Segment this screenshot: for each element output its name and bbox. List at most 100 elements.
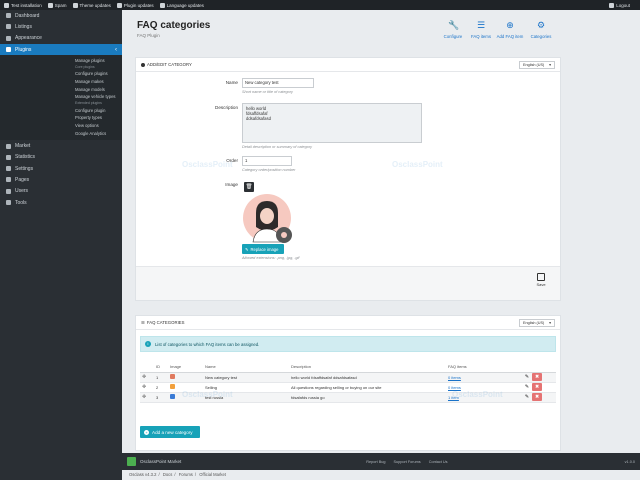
- sidebar-item-appearance[interactable]: Appearance: [0, 33, 122, 44]
- faq-categories-card: ☰ FAQ CATEGORIES English (US) ▾ i List of …: [135, 315, 561, 451]
- drag-handle-icon[interactable]: ✥: [142, 394, 146, 400]
- sidebar-item-dashboard[interactable]: Dashboard: [0, 10, 122, 21]
- order-input[interactable]: 1: [242, 156, 292, 166]
- chevron-down-icon: ▾: [549, 63, 551, 67]
- sidebar-item-plugins[interactable]: Plugins: [0, 43, 122, 56]
- row-id: 3: [154, 392, 168, 403]
- submenu-manage-plugins[interactable]: Manage plugins: [0, 57, 122, 65]
- official-market-link[interactable]: Official Market: [199, 472, 226, 477]
- top-bar: Test installation Spam Theme updates Plu…: [0, 0, 640, 10]
- drag-handle-icon[interactable]: ✥: [142, 374, 146, 380]
- edit-button[interactable]: ✎: [523, 383, 531, 391]
- pencil-icon: ✎: [524, 394, 530, 400]
- sidebar-item-users[interactable]: Users: [0, 186, 122, 197]
- delete-button[interactable]: ✖: [532, 373, 543, 381]
- spam-icon: [47, 2, 53, 8]
- description-textarea[interactable]: hello world fdsaffdsafaf ddsafdsafasd: [242, 103, 422, 143]
- list-language-select[interactable]: English (US) ▾: [519, 318, 555, 327]
- plus-circle-icon: ⊕: [506, 20, 514, 30]
- report-bug-link[interactable]: Report Bug: [366, 460, 385, 464]
- configure-button[interactable]: 🔧 Configure: [439, 20, 467, 39]
- row-items-link[interactable]: 0 items: [448, 385, 461, 390]
- pencil-icon: ✎: [524, 384, 530, 390]
- sidebar: Dashboard Listings Appearance Plugins Ma…: [0, 10, 122, 480]
- settings-icon: [6, 166, 11, 172]
- submenu-property-types[interactable]: Property types: [0, 114, 122, 122]
- description-label: Description: [215, 105, 238, 110]
- delete-button[interactable]: ✖: [532, 393, 543, 401]
- topbar-item-theme-updates[interactable]: Theme updates: [72, 2, 111, 8]
- topbar-item-spam[interactable]: Spam: [47, 2, 67, 8]
- watermark: OsclassPoint: [182, 390, 233, 399]
- edit-button[interactable]: ✎: [523, 393, 531, 401]
- row-description: fdsafafds russia go: [289, 392, 446, 403]
- categories-button[interactable]: ⚙ Categories: [527, 20, 555, 39]
- add-category-button[interactable]: + Add a new category: [140, 426, 200, 438]
- plugins-submenu: Manage plugins Core plugins Configure pl…: [0, 55, 122, 141]
- submenu-manage-makes[interactable]: Manage makes: [0, 78, 122, 86]
- column-description: Description: [289, 362, 446, 373]
- trash-icon: 🗑: [245, 184, 253, 190]
- categories-icon: ⚙: [536, 20, 546, 30]
- column-name: Name: [203, 362, 289, 373]
- category-thumbnail: [170, 394, 175, 399]
- plugins-icon: [6, 47, 11, 53]
- submenu-configure-plugin[interactable]: Configure plugin: [0, 107, 122, 115]
- edit-button[interactable]: ✎: [523, 373, 531, 381]
- column-id: ID: [154, 362, 168, 373]
- delete-image-button[interactable]: 🗑: [244, 182, 254, 192]
- sidebar-item-market[interactable]: Market: [0, 140, 122, 151]
- save-button[interactable]: Save: [534, 273, 548, 287]
- submenu-google-analytics[interactable]: Google Analytics: [0, 130, 122, 138]
- name-input[interactable]: New category test: [242, 78, 314, 88]
- replace-image-button[interactable]: ✎ Replace image: [242, 244, 284, 254]
- name-help: Short name or title of category: [242, 90, 293, 94]
- table-header-row: ID Image Name Description FAQ items: [140, 362, 556, 373]
- sidebar-item-listings[interactable]: Listings: [0, 21, 122, 32]
- page-subtitle: FAQ Plugin: [137, 33, 160, 38]
- order-help: Category order/position number: [242, 168, 296, 172]
- support-forums-link[interactable]: Support Forums: [393, 460, 420, 464]
- sidebar-item-settings[interactable]: Settings: [0, 163, 122, 174]
- topbar-item-plugin-updates[interactable]: Plugin updates: [116, 2, 154, 8]
- footer-brand[interactable]: OsclassPoint Market: [140, 459, 181, 464]
- users-icon: [6, 188, 11, 194]
- docs-link[interactable]: Docs: [163, 472, 173, 477]
- tools-icon: [6, 200, 11, 205]
- main-content: FAQ categories FAQ Plugin 🔧 Configure ☰ FA…: [122, 10, 640, 480]
- submenu-manage-vehicle-types[interactable]: Manage vehicle types: [0, 93, 122, 101]
- language-icon: [159, 2, 165, 8]
- contact-us-link[interactable]: Contact Us: [429, 460, 448, 464]
- plugin-icon: [116, 2, 122, 8]
- column-faq-items: FAQ items: [446, 362, 521, 373]
- image-help: Allowed extensions: .png, .jpg, .gif: [242, 256, 300, 260]
- topbar-item-language-updates[interactable]: Language updates: [159, 2, 204, 8]
- gear-icon: [276, 227, 292, 243]
- faq-items-button[interactable]: ☰ FAQ items: [467, 20, 495, 39]
- logout-link[interactable]: Logout: [609, 2, 630, 8]
- topbar-item-home[interactable]: Test installation: [4, 2, 42, 8]
- submenu-configure-plugins[interactable]: Configure plugins: [0, 70, 122, 78]
- row-description: hello world fdsaffdsafaf ddsafdsafasd: [289, 372, 446, 383]
- submenu-manage-models[interactable]: Manage models: [0, 86, 122, 94]
- osclass-version-link[interactable]: Osclass v4.3.2: [129, 472, 156, 477]
- trash-icon: ✖: [535, 394, 540, 400]
- list-card-header: ☰ FAQ CATEGORIES English (US) ▾: [136, 316, 560, 330]
- row-items-link[interactable]: 0 items: [448, 375, 461, 380]
- description-help: Detail description or summary of categor…: [242, 145, 313, 149]
- sidebar-item-tools[interactable]: Tools: [0, 197, 122, 208]
- sidebar-item-statistics[interactable]: Statistics: [0, 152, 122, 163]
- listings-icon: [6, 24, 11, 30]
- sidebar-item-pages[interactable]: Pages: [0, 174, 122, 185]
- forums-link[interactable]: Forums: [179, 472, 193, 477]
- edit-card-header: ADD/EDIT CATEGORY English (US) ▾: [136, 58, 560, 72]
- add-faq-item-button[interactable]: ⊕ Add FAQ item: [496, 20, 524, 39]
- shield-icon: [127, 457, 136, 466]
- avatar-face: [260, 208, 274, 224]
- delete-button[interactable]: ✖: [532, 383, 543, 391]
- statistics-icon: [6, 154, 11, 160]
- submenu-view-options[interactable]: View options: [0, 122, 122, 130]
- pages-icon: [6, 177, 11, 183]
- drag-handle-icon[interactable]: ✥: [142, 384, 146, 390]
- edit-language-select[interactable]: English (US) ▾: [519, 60, 555, 69]
